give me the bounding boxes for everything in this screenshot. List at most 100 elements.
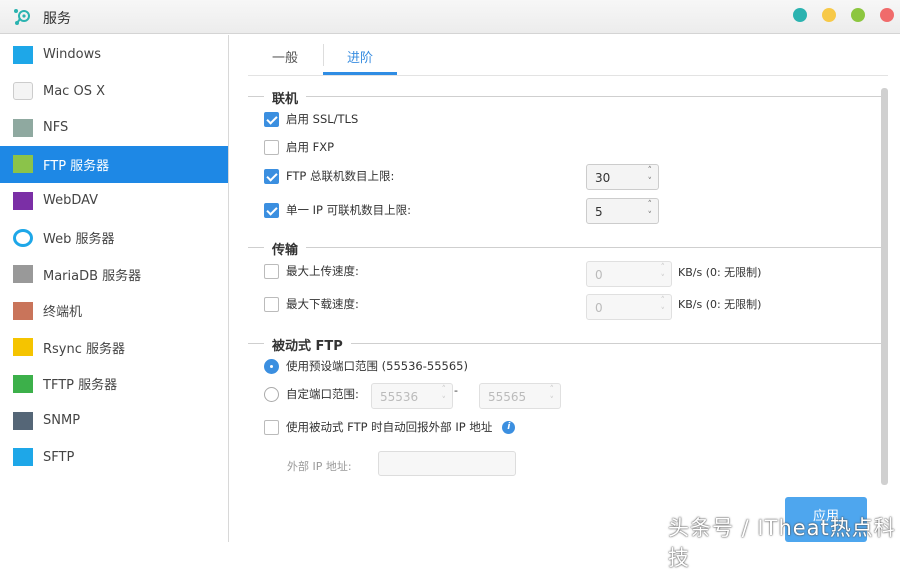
sidebar-item-webdav[interactable]: WebDAV [0,182,228,219]
max-total-label: FTP 总联机数目上限: [286,169,395,183]
sidebar-item-mac[interactable]: Mac OS X [0,73,228,110]
max-total-row[interactable]: FTP 总联机数目上限: [264,168,394,184]
sidebar-item-label: 终端机 [43,305,83,321]
ssl-label: 启用 SSL/TLS [286,112,359,126]
upload-speed-stepper[interactable]: 0 ˄ ˅ [586,261,672,287]
sftp-icon [13,448,33,467]
section-title: 联机 [264,88,307,107]
stepper-arrows-icon[interactable]: ˄ ˅ [661,263,666,285]
terminal-icon [13,301,33,320]
max-total-value: 30 [595,171,611,185]
ssl-checkbox-row[interactable]: 启用 SSL/TLS [264,111,358,127]
stepper-arrows-icon[interactable]: ˄ ˅ [648,200,653,222]
upload-row[interactable]: 最大上传速度: [264,263,359,279]
sidebar: Windows Mac OS X NFS FTP 服务器 WebDAV Web 服务器 Ma… [0,35,229,542]
custom-range-label: 自定端口范围: [286,387,359,401]
tab-advanced[interactable]: 进阶 [347,47,373,66]
stepper-arrows-icon[interactable]: ˄ ˅ [648,166,653,188]
max-total-stepper[interactable]: 30 ˄ ˅ [586,164,659,190]
watermark: 头条号 / ITheat热点科技 [668,516,896,570]
port-from-stepper[interactable]: 55536 ˄ ˅ [371,383,453,409]
ssl-checkbox[interactable] [264,111,279,127]
section-connection: 联机 [248,88,882,107]
mariadb-icon [13,265,33,284]
sidebar-item-web-server[interactable]: Web 服务器 [0,219,228,256]
section-title: 传输 [264,239,307,258]
max-per-ip-stepper[interactable]: 5 ˄ ˅ [586,198,659,224]
default-range-label: 使用预设端口范围 (55536-55565) [286,359,468,373]
services-app-icon [14,9,30,25]
external-ip-label: 外部 IP 地址: [287,460,352,473]
sidebar-item-label: Web 服务器 [43,232,115,247]
download-unit: KB/s (0: 无限制) [678,298,762,311]
report-ip-row[interactable]: 使用被动式 FTP 时自动回报外部 IP 地址 i [264,419,516,435]
range-separator: - [454,384,458,397]
sidebar-item-terminal[interactable]: 终端机 [0,292,228,329]
web-server-icon [13,228,33,247]
sidebar-item-label: FTP 服务器 [43,158,110,174]
window-title: 服务 [43,11,71,27]
scrollbar[interactable] [881,88,888,485]
default-range-radio-row[interactable]: 使用预设端口范围 (55536-55565) [264,358,468,374]
stepper-arrows-icon[interactable]: ˄ ˅ [442,385,447,407]
close-button[interactable] [880,8,894,22]
tab-divider [323,44,324,66]
upload-unit: KB/s (0: 无限制) [678,266,762,279]
sidebar-item-label: MariaDB 服务器 [43,268,142,284]
max-total-checkbox[interactable] [264,168,279,184]
snmp-icon [13,411,33,430]
sidebar-item-sftp[interactable]: SFTP [0,439,228,476]
download-checkbox[interactable] [264,296,279,312]
sidebar-item-label: Rsync 服务器 [43,341,126,357]
download-row[interactable]: 最大下载速度: [264,296,359,312]
section-passive-ftp: 被动式 FTP [248,335,882,354]
fxp-checkbox-row[interactable]: 启用 FXP [264,139,334,155]
custom-range-radio-row[interactable]: 自定端口范围: [264,386,359,402]
minimize-button[interactable] [822,8,836,22]
windows-icon [13,45,33,64]
sidebar-item-tftp[interactable]: TFTP 服务器 [0,365,228,402]
sidebar-item-label: Mac OS X [43,83,105,99]
sidebar-item-rsync[interactable]: Rsync 服务器 [0,329,228,366]
sidebar-item-snmp[interactable]: SNMP [0,402,228,439]
download-speed-stepper[interactable]: 0 ˄ ˅ [586,294,672,320]
sidebar-item-ftp[interactable]: FTP 服务器 [0,145,228,183]
title-bar: 服务 [0,0,900,34]
port-from-value: 55536 [380,390,419,404]
sidebar-item-label: SNMP [43,413,81,428]
max-per-ip-row[interactable]: 单一 IP 可联机数目上限: [264,202,411,218]
tab-bar: 一般 进阶 [229,35,900,75]
rsync-icon [13,338,33,357]
download-label: 最大下载速度: [286,297,359,311]
max-per-ip-value: 5 [595,205,603,219]
custom-range-radio[interactable] [264,386,279,402]
section-transfer: 传输 [248,239,882,258]
sidebar-item-label: TFTP 服务器 [43,378,118,394]
sidebar-item-windows[interactable]: Windows [0,36,228,73]
ftp-icon [13,155,33,174]
stepper-arrows-icon[interactable]: ˄ ˅ [661,296,666,318]
upload-checkbox[interactable] [264,263,279,279]
fxp-checkbox[interactable] [264,139,279,155]
tftp-icon [13,374,33,393]
tab-general[interactable]: 一般 [272,47,298,66]
external-ip-input[interactable] [378,451,516,476]
nfs-icon [13,118,33,137]
port-to-stepper[interactable]: 55565 ˄ ˅ [479,383,561,409]
section-title: 被动式 FTP [264,335,351,354]
maximize-button[interactable] [851,8,865,22]
default-range-radio[interactable] [264,358,279,374]
sidebar-item-label: WebDAV [43,193,99,209]
max-per-ip-label: 单一 IP 可联机数目上限: [286,203,412,217]
port-to-value: 55565 [488,390,527,404]
max-per-ip-checkbox[interactable] [264,202,279,218]
info-icon[interactable]: i [502,420,516,434]
stepper-arrows-icon[interactable]: ˄ ˅ [550,385,555,407]
teal-window-button[interactable] [793,8,807,22]
report-ip-checkbox[interactable] [264,419,279,435]
report-ip-label: 使用被动式 FTP 时自动回报外部 IP 地址 [286,420,493,434]
download-value: 0 [595,301,603,315]
sidebar-item-mariadb[interactable]: MariaDB 服务器 [0,256,228,293]
sidebar-item-nfs[interactable]: NFS [0,109,228,146]
webdav-icon [13,191,33,210]
